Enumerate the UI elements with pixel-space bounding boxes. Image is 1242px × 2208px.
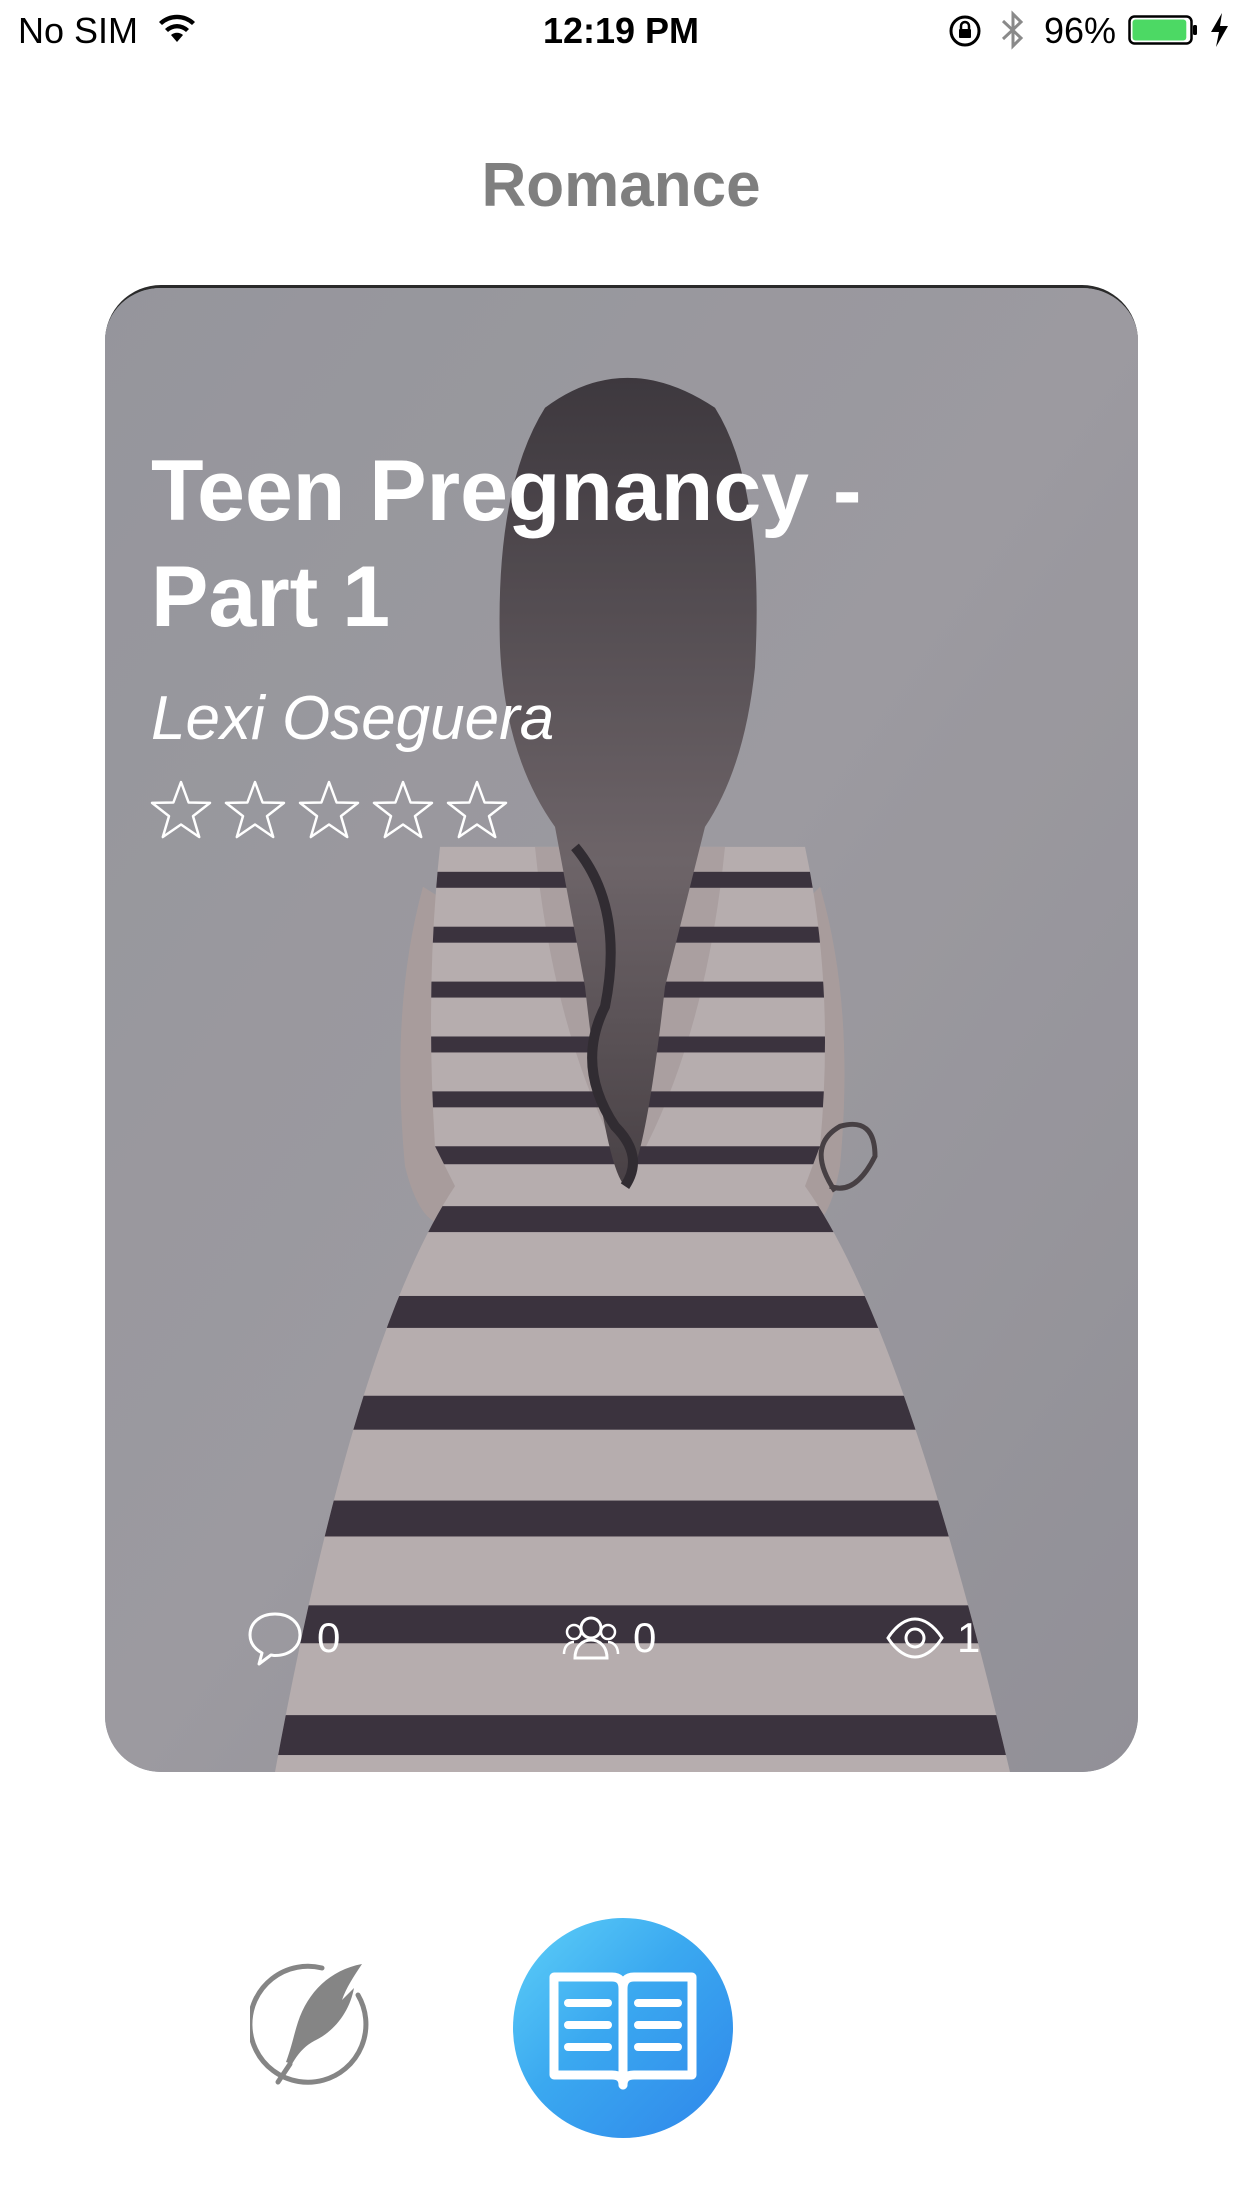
star-icon[interactable] xyxy=(445,778,509,842)
quill-icon xyxy=(286,1964,362,2064)
followers-count: 0 xyxy=(633,1614,657,1661)
status-bar: No SIM 12:19 PM 96% xyxy=(0,0,1242,60)
battery-percent-label: 96% xyxy=(1044,10,1117,51)
read-button[interactable] xyxy=(513,1918,733,2138)
views-count: 1 xyxy=(957,1614,981,1661)
page-title: Romance xyxy=(481,151,761,220)
screen: No SIM 12:19 PM 96% Romance Teen Pregnan… xyxy=(0,0,1242,2208)
comments-count: 0 xyxy=(317,1614,341,1661)
followers-stat[interactable]: 0 xyxy=(561,1608,656,1668)
open-book-icon xyxy=(549,1972,697,2090)
eye-icon[interactable] xyxy=(885,1608,945,1668)
group-icon[interactable] xyxy=(561,1608,621,1668)
story-title[interactable]: Teen Pregnancy - Part 1 xyxy=(151,438,1051,650)
star-icon[interactable] xyxy=(149,778,213,842)
orientation-lock-icon xyxy=(949,15,981,47)
bluetooth-icon xyxy=(1001,10,1024,50)
write-button[interactable] xyxy=(250,1960,380,2090)
charging-bolt-icon xyxy=(1211,13,1228,47)
comment-icon[interactable] xyxy=(245,1608,305,1668)
story-author[interactable]: Lexi Oseguera xyxy=(151,683,554,754)
story-stats: 0 0 1 xyxy=(105,1608,1138,1678)
story-card[interactable]: Teen Pregnancy - Part 1 Lexi Oseguera 0 xyxy=(105,285,1138,1772)
battery-icon xyxy=(1128,15,1197,45)
comments-stat[interactable]: 0 xyxy=(245,1608,340,1668)
star-icon[interactable] xyxy=(297,778,361,842)
star-icon[interactable] xyxy=(223,778,287,842)
star-rating[interactable] xyxy=(149,778,519,848)
star-icon[interactable] xyxy=(371,778,435,842)
views-stat[interactable]: 1 xyxy=(885,1608,980,1668)
